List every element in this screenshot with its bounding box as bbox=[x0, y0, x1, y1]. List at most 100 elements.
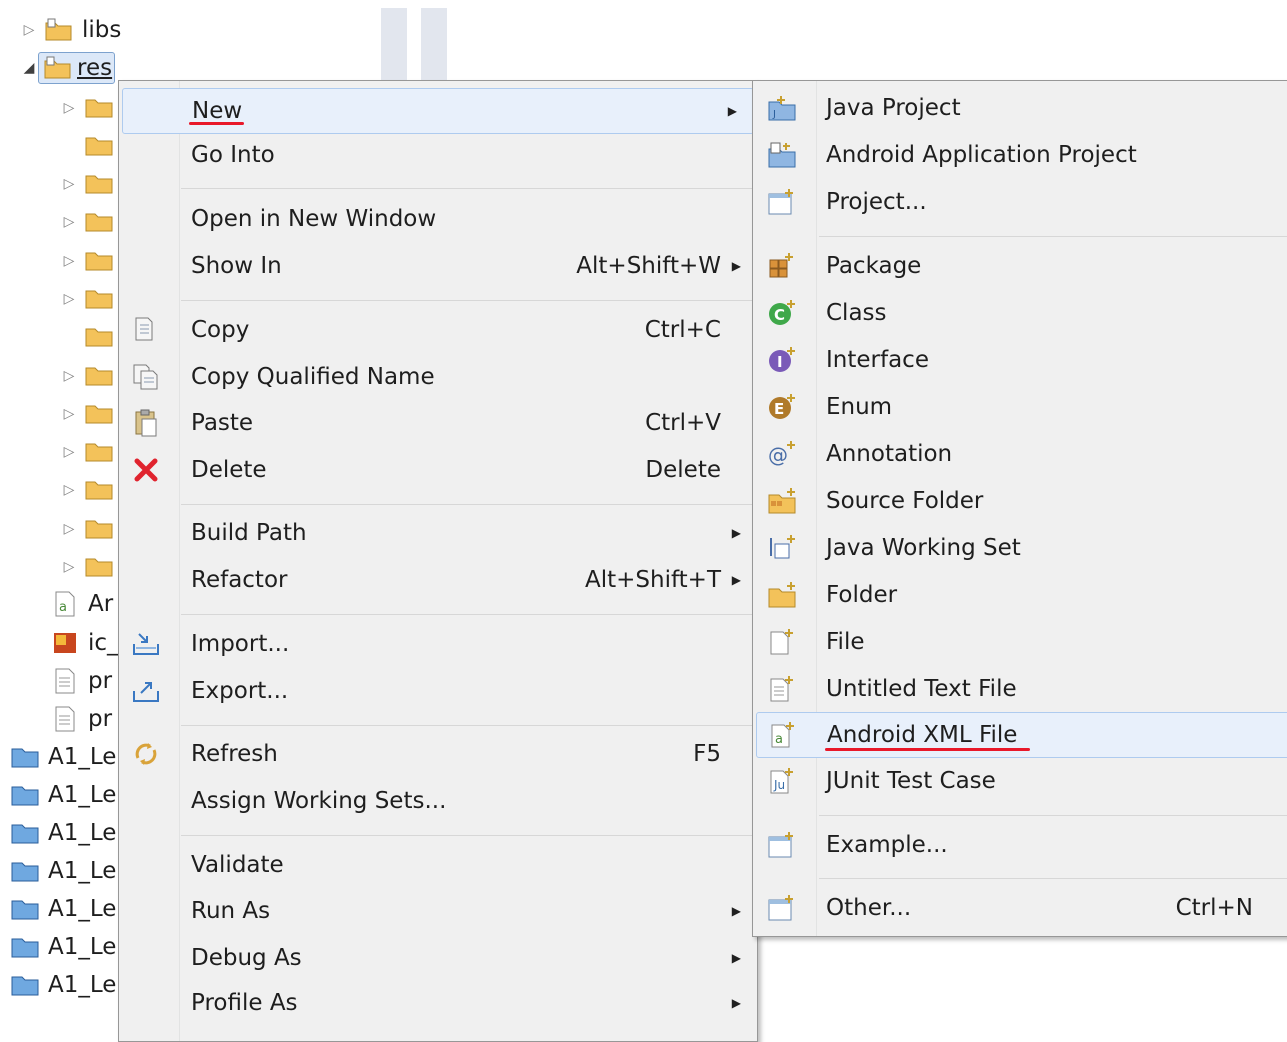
tree-item-selected[interactable]: res bbox=[38, 52, 116, 84]
menu-item-delete[interactable]: Delete Delete bbox=[119, 448, 757, 492]
menu-item-label: Interface bbox=[826, 347, 929, 373]
tree-item-project[interactable]: A1_Le bbox=[4, 739, 116, 775]
expand-arrow-icon[interactable]: ▷ bbox=[60, 521, 78, 537]
tree-item-res[interactable]: ◢ res bbox=[20, 50, 116, 86]
tree-child-folder[interactable] bbox=[60, 128, 116, 164]
menu-item-label: Show In bbox=[191, 253, 282, 279]
submenu-item-java-project[interactable]: J Java Project bbox=[753, 86, 1287, 130]
scrollbar-track-2[interactable] bbox=[421, 8, 447, 82]
interface-icon: I bbox=[767, 345, 797, 375]
expand-arrow-icon[interactable]: ▷ bbox=[60, 214, 78, 230]
expand-arrow-icon[interactable]: ▷ bbox=[60, 482, 78, 498]
android-project-icon bbox=[767, 140, 797, 170]
collapse-arrow-icon[interactable]: ◢ bbox=[20, 60, 38, 76]
tree-child-folder[interactable]: ▷ bbox=[60, 204, 116, 240]
expand-arrow-icon[interactable]: ▷ bbox=[60, 444, 78, 460]
tree-item-file[interactable]: ic_ bbox=[44, 625, 119, 661]
menu-item-debug-as[interactable]: Debug As ▶ bbox=[119, 936, 757, 980]
menu-item-refresh[interactable]: Refresh F5 bbox=[119, 732, 757, 776]
tree-item-file[interactable]: pr bbox=[44, 663, 112, 699]
submenu-item-example[interactable]: Example... bbox=[753, 823, 1287, 867]
tree-child-folder[interactable] bbox=[60, 319, 116, 355]
expand-arrow-icon[interactable]: ▷ bbox=[60, 291, 78, 307]
submenu-item-enum[interactable]: E Enum bbox=[753, 385, 1287, 429]
junit-icon: Ju bbox=[767, 766, 797, 796]
menu-item-validate[interactable]: Validate bbox=[119, 843, 757, 887]
expand-arrow-icon[interactable]: ▷ bbox=[20, 22, 38, 38]
menu-item-assign-working-sets[interactable]: Assign Working Sets... bbox=[119, 779, 757, 823]
submenu-item-project[interactable]: Project... bbox=[753, 180, 1287, 224]
menu-item-profile-as[interactable]: Profile As ▶ bbox=[119, 981, 757, 1025]
tree-item-project[interactable]: A1_Le bbox=[4, 891, 116, 927]
submenu-item-source-folder[interactable]: Source Folder bbox=[753, 479, 1287, 523]
menu-item-show-in[interactable]: Show In Alt+Shift+W ▶ bbox=[119, 244, 757, 288]
tree-child-folder[interactable]: ▷ bbox=[60, 90, 116, 126]
closed-project-icon bbox=[8, 742, 42, 772]
expand-arrow-icon[interactable]: ▷ bbox=[60, 176, 78, 192]
svg-text:Ju: Ju bbox=[773, 778, 785, 792]
menu-item-copy-qualified-name[interactable]: Copy Qualified Name bbox=[119, 355, 757, 399]
tree-child-folder[interactable]: ▷ bbox=[60, 243, 116, 279]
tree-item-project[interactable]: A1_Le bbox=[4, 967, 116, 1003]
expand-arrow-icon[interactable]: ▷ bbox=[60, 253, 78, 269]
tree-item-project[interactable]: A1_Le bbox=[4, 929, 116, 965]
tree-child-folder[interactable]: ▷ bbox=[60, 396, 116, 432]
expand-arrow-icon[interactable]: ▷ bbox=[60, 368, 78, 384]
tree-item-project[interactable]: A1_Le bbox=[4, 853, 116, 889]
project-icon bbox=[767, 187, 797, 217]
submenu-item-junit-test-case[interactable]: Ju JUnit Test Case bbox=[753, 759, 1287, 803]
submenu-item-annotation[interactable]: @ Annotation bbox=[753, 432, 1287, 476]
submenu-item-untitled-text-file[interactable]: Untitled Text File bbox=[753, 667, 1287, 711]
submenu-item-android-xml-file[interactable]: a Android XML File bbox=[756, 712, 1287, 758]
tree-child-folder[interactable]: ▷ bbox=[60, 549, 116, 585]
folder-icon bbox=[82, 361, 116, 391]
submenu-arrow-icon: ▶ bbox=[727, 104, 737, 118]
submenu-item-file[interactable]: File bbox=[753, 620, 1287, 664]
menu-item-new[interactable]: New ▶ bbox=[122, 88, 754, 134]
closed-project-icon bbox=[8, 780, 42, 810]
tree-child-folder[interactable]: ▷ bbox=[60, 358, 116, 394]
context-menu: New ▶ Go Into Open in New Window Show In… bbox=[118, 80, 758, 1042]
menu-item-open-in-new-window[interactable]: Open in New Window bbox=[119, 197, 757, 241]
tree-child-folder[interactable]: ▷ bbox=[60, 472, 116, 508]
tree-item-project[interactable]: A1_Le bbox=[4, 815, 116, 851]
package-icon bbox=[767, 251, 797, 281]
menu-item-refactor[interactable]: Refactor Alt+Shift+T ▶ bbox=[119, 558, 757, 602]
folder-icon bbox=[82, 246, 116, 276]
menu-item-label: Source Folder bbox=[826, 488, 984, 514]
menu-item-paste[interactable]: Paste Ctrl+V bbox=[119, 401, 757, 445]
menu-item-label: File bbox=[826, 629, 865, 655]
submenu-arrow-icon: ▶ bbox=[731, 951, 741, 965]
submenu-item-android-application-project[interactable]: Android Application Project bbox=[753, 133, 1287, 177]
tree-item-file[interactable]: a Ar bbox=[44, 586, 113, 622]
tree-child-folder[interactable]: ▷ bbox=[60, 281, 116, 317]
tree-child-folder[interactable]: ▷ bbox=[60, 166, 116, 202]
menu-item-export[interactable]: Export... bbox=[119, 669, 757, 713]
tree-item-project[interactable]: A1_Le bbox=[4, 777, 116, 813]
paste-icon bbox=[131, 408, 161, 438]
submenu-item-other[interactable]: Other... Ctrl+N bbox=[753, 886, 1287, 930]
menu-item-copy[interactable]: Copy Ctrl+C bbox=[119, 308, 757, 352]
tree-child-folder[interactable]: ▷ bbox=[60, 511, 116, 547]
submenu-item-interface[interactable]: I Interface bbox=[753, 338, 1287, 382]
submenu-item-package[interactable]: Package bbox=[753, 244, 1287, 288]
tree-child-folder[interactable]: ▷ bbox=[60, 434, 116, 470]
expand-arrow-icon[interactable]: ▷ bbox=[60, 559, 78, 575]
menu-item-run-as[interactable]: Run As ▶ bbox=[119, 889, 757, 933]
menu-item-go-into[interactable]: Go Into bbox=[119, 133, 757, 177]
tree-item-file[interactable]: pr bbox=[44, 701, 112, 737]
tree-item-libs[interactable]: ▷ libs bbox=[20, 12, 122, 48]
submenu-item-java-working-set[interactable]: Java Working Set bbox=[753, 526, 1287, 570]
menu-item-build-path[interactable]: Build Path ▶ bbox=[119, 511, 757, 555]
menu-item-import[interactable]: Import... bbox=[119, 622, 757, 666]
other-icon bbox=[767, 893, 797, 923]
menu-item-label: Java Project bbox=[826, 95, 961, 121]
scrollbar-track[interactable] bbox=[381, 8, 407, 82]
submenu-item-folder[interactable]: Folder bbox=[753, 573, 1287, 617]
expand-arrow-icon[interactable]: ▷ bbox=[60, 100, 78, 116]
example-icon bbox=[767, 830, 797, 860]
menu-item-label: Example... bbox=[826, 832, 948, 858]
closed-project-icon bbox=[8, 932, 42, 962]
submenu-item-class[interactable]: C Class bbox=[753, 291, 1287, 335]
expand-arrow-icon[interactable]: ▷ bbox=[60, 406, 78, 422]
